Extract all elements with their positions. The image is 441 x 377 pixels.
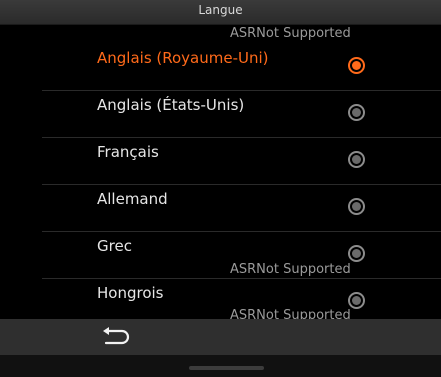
radio-unselected-icon[interactable] <box>348 245 365 262</box>
list-item-label: Allemand <box>97 190 168 208</box>
header-bar: Langue <box>0 0 441 25</box>
list-item-label: Français <box>97 143 159 161</box>
list-item-allemand[interactable]: Allemand <box>42 185 441 232</box>
radio-unselected-icon[interactable] <box>348 198 365 215</box>
asr-status-label: ASRNot Supported <box>228 26 353 41</box>
system-nav-strip <box>0 355 441 377</box>
back-button[interactable] <box>100 325 132 349</box>
page-title: Langue <box>198 3 243 17</box>
radio-unselected-icon[interactable] <box>348 104 365 121</box>
list-item-anglais-etats-unis[interactable]: Anglais (États-Unis) <box>42 91 441 138</box>
asr-status-label: ASRNot Supported <box>228 308 353 319</box>
radio-selected-icon[interactable] <box>348 57 365 74</box>
home-indicator[interactable] <box>189 366 264 370</box>
bottom-bar <box>0 319 441 355</box>
list-item-francais[interactable]: Français <box>42 138 441 185</box>
list-item-anglais-royaume-uni[interactable]: Anglais (Royaume-Uni) <box>42 44 441 91</box>
list-item-label: Anglais (Royaume-Uni) <box>97 49 269 67</box>
list-item-label: Grec <box>97 237 132 255</box>
radio-unselected-icon[interactable] <box>348 151 365 168</box>
language-screen: Langue ASRNot Supported Anglais (Royaume… <box>0 0 441 377</box>
list-item-label: Hongrois <box>97 284 164 302</box>
back-arrow-icon <box>103 327 130 345</box>
list-item-label: Anglais (États-Unis) <box>97 96 245 114</box>
radio-unselected-icon[interactable] <box>348 292 365 309</box>
asr-status-label: ASRNot Supported <box>228 262 353 277</box>
language-list: Anglais (Royaume-Uni) Anglais (États-Uni… <box>42 44 441 319</box>
